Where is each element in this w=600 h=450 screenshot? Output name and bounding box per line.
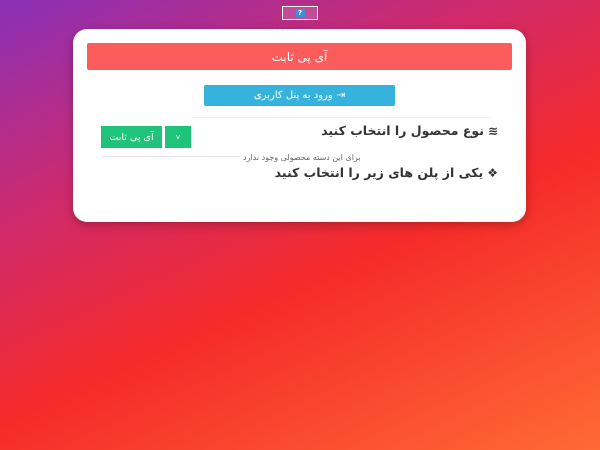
plan-select-heading: ❖ یکی از پلن های زیر را انتخاب کنید [275,165,498,180]
layers-icon: ≋ [487,123,498,138]
cubes-icon: ❖ [487,165,498,180]
page-title: آی پی ثابت [87,43,512,70]
question-icon: ? [295,8,305,18]
login-panel-button[interactable]: ⇥ ورود به پنل کاربری [204,85,395,106]
product-type-heading: ≋ نوع محصول را انتخاب کنید [321,123,498,138]
main-card: آی پی ثابت ⇥ ورود به پنل کاربری ≋ نوع مح… [73,29,526,222]
login-panel-label: ورود به پنل کاربری [253,90,333,101]
product-type-select[interactable]: آی پی ثابت ˅ [101,126,191,148]
dropdown-divider [101,156,241,157]
sign-in-icon: ⇥ [336,90,346,101]
product-type-selected-button[interactable]: آی پی ثابت [101,126,162,148]
product-type-title: نوع محصول را انتخاب کنید [321,123,484,138]
chevron-down-icon: ˅ [175,132,181,142]
section-divider [191,117,491,118]
empty-category-note: برای این دسته محصولی وجود ندارد [243,153,361,162]
plan-select-title: یکی از پلن های زیر را انتخاب کنید [274,165,484,180]
product-dropdown-toggle[interactable]: ˅ [165,126,191,148]
help-badge[interactable]: ? [282,6,318,20]
